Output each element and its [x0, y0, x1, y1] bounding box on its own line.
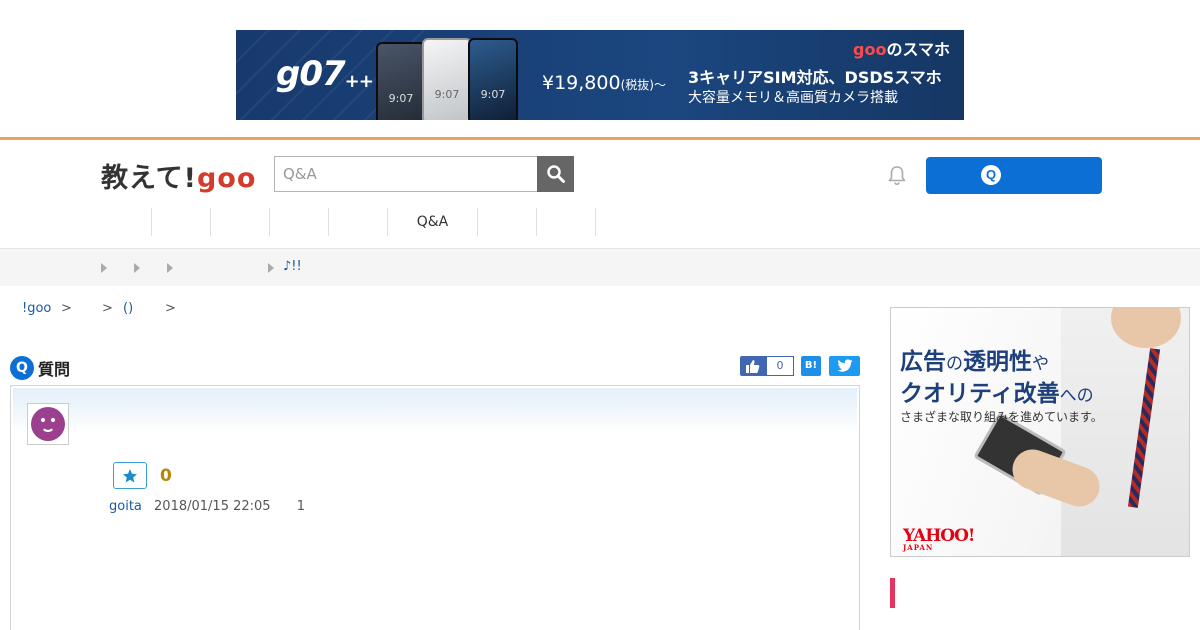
- avatar[interactable]: [27, 403, 69, 445]
- top-ad-banner[interactable]: g07++ 9:07 9:07 9:07 gooのスマホ ¥19,800(税抜)…: [236, 30, 964, 120]
- nav-item[interactable]: [211, 208, 270, 236]
- ad-person-image: [1061, 308, 1189, 556]
- nav-item[interactable]: [537, 208, 596, 236]
- phone-image: 9:07: [468, 38, 518, 120]
- nav-item[interactable]: [478, 208, 537, 236]
- facebook-like-count: 0: [766, 356, 794, 376]
- search-input[interactable]: [274, 156, 538, 192]
- nav-item[interactable]: [92, 208, 152, 236]
- category-nav: Q&A: [92, 208, 596, 236]
- question-datetime: 2018/01/15 22:05: [154, 499, 271, 514]
- ad-model-name: g07++: [276, 54, 374, 94]
- nav-item[interactable]: [329, 208, 388, 236]
- sidebar-ad[interactable]: 広告の透明性や クオリティ改善への さまざまな取り組みを進めています。 YAHO…: [890, 307, 1190, 557]
- question-header: Q 質問: [10, 356, 70, 380]
- hatena-bookmark-button[interactable]: B!: [801, 356, 821, 376]
- favorite-button[interactable]: [113, 462, 147, 489]
- search-icon: [547, 165, 565, 183]
- bell-icon: [888, 166, 906, 186]
- chevron-right-icon: [101, 263, 107, 273]
- breadcrumb-separator: >: [165, 301, 176, 316]
- answer-count: 1: [296, 499, 305, 514]
- search-button[interactable]: [537, 156, 574, 192]
- site-logo[interactable]: 教えて!goo: [101, 156, 256, 195]
- section-marker: [890, 578, 895, 608]
- nav-item[interactable]: [152, 208, 211, 236]
- ad-headline: 広告の透明性や: [900, 349, 1049, 375]
- question-card: 0 goita 2018/01/15 22:05 1: [10, 385, 860, 630]
- question-meta: goita 2018/01/15 22:05 1: [109, 499, 305, 514]
- ad-copy-headline: 3キャリアSIM対応、DSDSスマホ: [688, 68, 942, 87]
- ad-phones-image: 9:07 9:07 9:07: [376, 38, 541, 120]
- star-icon: [123, 469, 137, 483]
- ad-price: ¥19,800(税抜)〜: [542, 72, 666, 94]
- question-icon: Q: [981, 165, 1001, 185]
- avatar-eye: [41, 418, 45, 422]
- sub-nav-link[interactable]: ♪!!: [283, 259, 302, 274]
- sub-nav-bar: ♪!!: [0, 248, 1200, 286]
- avatar-eye: [51, 418, 55, 422]
- notification-button[interactable]: [886, 164, 908, 186]
- twitter-bird-icon: [837, 359, 853, 372]
- twitter-share-button[interactable]: [829, 356, 860, 376]
- question-heading: 質問: [38, 360, 71, 379]
- thumbs-up-icon: [746, 360, 760, 373]
- breadcrumb: !goo > > () >: [22, 301, 176, 316]
- question-author[interactable]: goita: [109, 499, 142, 514]
- phone-image: 9:07: [376, 42, 426, 120]
- header-divider: [0, 137, 1200, 140]
- ad-subcopy: さまざまな取り組みを進めています。: [900, 410, 1103, 424]
- chevron-right-icon: [167, 263, 173, 273]
- question-badge-icon: Q: [10, 356, 34, 380]
- nav-item-qa[interactable]: Q&A: [388, 208, 478, 236]
- ad-brand: gooのスマホ: [853, 40, 950, 59]
- breadcrumb-separator: >: [102, 301, 113, 316]
- ad-headline: クオリティ改善への: [900, 381, 1094, 407]
- chevron-right-icon: [268, 263, 274, 273]
- ad-copy-sub: 大容量メモリ＆高画質カメラ搭載: [688, 90, 898, 106]
- ask-question-button[interactable]: Q: [926, 157, 1102, 194]
- question-card-header: [13, 388, 857, 434]
- breadcrumb-category[interactable]: (): [123, 301, 133, 316]
- phone-image: 9:07: [422, 38, 472, 120]
- smiley-face-icon: [31, 407, 65, 441]
- chevron-right-icon: [134, 263, 140, 273]
- breadcrumb-home[interactable]: !goo: [22, 301, 51, 316]
- facebook-like-button[interactable]: 0: [740, 356, 794, 376]
- yahoo-japan-logo: YAHOO! JAPAN: [903, 526, 975, 552]
- breadcrumb-separator: >: [61, 301, 72, 316]
- avatar-mouth: [41, 424, 55, 432]
- favorite-count: 0: [160, 466, 172, 486]
- nav-item[interactable]: [270, 208, 329, 236]
